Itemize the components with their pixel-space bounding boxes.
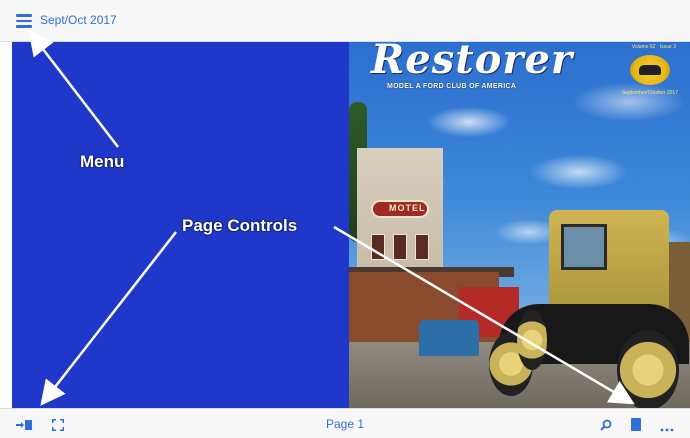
top-toolbar: Sept/Oct 2017: [0, 0, 690, 42]
menu-annotation-label: Menu: [80, 152, 125, 171]
left-page[interactable]: [12, 42, 349, 408]
hotel-sign: MOTEL: [371, 200, 429, 218]
page-indicator[interactable]: Page 1: [0, 417, 690, 431]
truck-rear-wheel: [617, 330, 679, 408]
truck-spare-wheel: [517, 310, 547, 370]
magazine-cover[interactable]: MOTEL Restorer MODEL A FORD CLUB OF AMER…: [349, 42, 690, 408]
more-icon[interactable]: [660, 419, 674, 437]
hotel-sign-text: MOTEL: [389, 203, 426, 213]
club-badge-logo: [630, 55, 670, 85]
issue-title[interactable]: Sept/Oct 2017: [40, 13, 117, 27]
cover-edition: September/October 2017: [621, 90, 678, 96]
bottom-toolbar: Page 1: [0, 408, 690, 438]
search-icon[interactable]: [600, 418, 612, 436]
hamburger-menu-icon[interactable]: [16, 14, 32, 28]
bookmark-icon[interactable]: [631, 418, 641, 436]
cover-blue-car: [419, 320, 479, 356]
cover-masthead: Restorer: [371, 42, 573, 83]
page-controls-annotation-label: Page Controls: [182, 216, 298, 235]
cover-volume: Volume 62 · Issue 3: [631, 44, 676, 50]
cover-club-name: MODEL A FORD CLUB OF AMERICA: [387, 83, 517, 90]
reader-content: MOTEL Restorer MODEL A FORD CLUB OF AMER…: [12, 42, 690, 408]
